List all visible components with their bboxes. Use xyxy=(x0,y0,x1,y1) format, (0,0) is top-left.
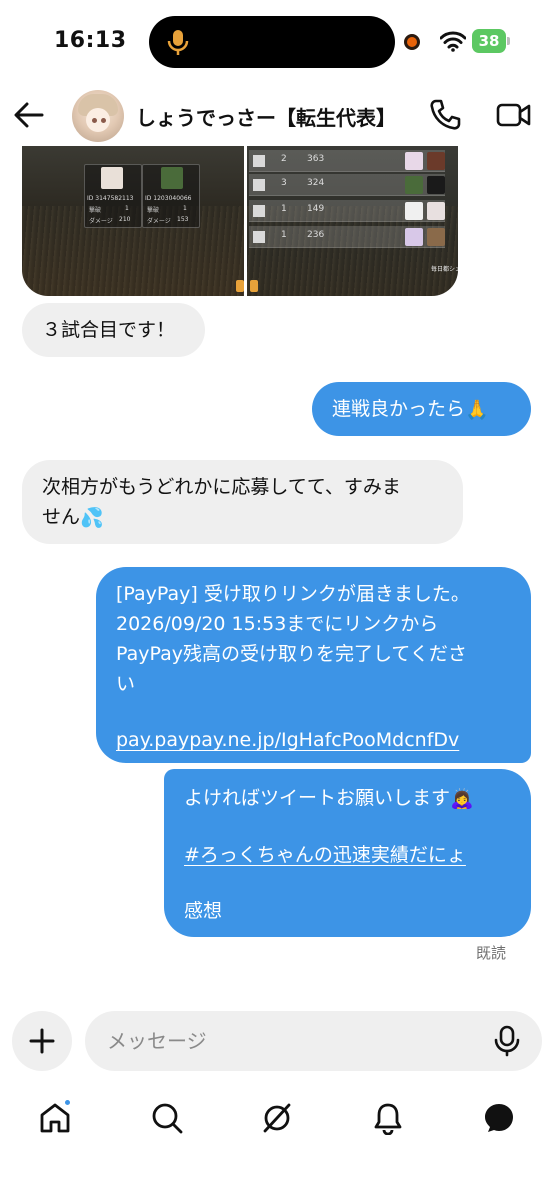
player-id-2: ID 1203040066 xyxy=(145,195,192,202)
nav-search[interactable] xyxy=(149,1100,185,1136)
player-damage-label-2: ダメージ xyxy=(147,218,171,225)
microphone-indicator-icon xyxy=(167,30,189,55)
add-attachment-button[interactable] xyxy=(12,1011,72,1071)
bowing-woman-emoji-icon: 🙇‍♀️ xyxy=(450,787,474,810)
explore-icon xyxy=(263,1103,291,1133)
rank-row-rank: 1 xyxy=(281,230,287,240)
read-receipt: 既読 xyxy=(476,944,507,962)
home-notification-dot xyxy=(63,1098,72,1107)
message-outgoing-paypay[interactable]: [PayPay] 受け取りリンクが届きました。 2026/09/20 15:53… xyxy=(96,567,531,763)
contact-avatar[interactable] xyxy=(72,90,124,142)
video-camera-icon xyxy=(496,103,531,127)
phone-icon xyxy=(430,99,461,130)
microphone-icon xyxy=(494,1025,520,1057)
voice-message-button[interactable] xyxy=(491,1025,523,1057)
player-damage-2: 153 xyxy=(177,216,189,223)
message-outgoing[interactable]: 連戦良かったら🙏 xyxy=(312,382,531,436)
messages-icon xyxy=(485,1104,513,1132)
hashtag-link[interactable]: #ろっくちゃんの迅速実績だにょ xyxy=(184,840,513,870)
message-text-line: PayPay残高の受け取りを完了してくださ xyxy=(116,643,467,665)
chat-header: しょうでっさー【転生代表】 xyxy=(0,84,554,146)
video-call-button[interactable] xyxy=(496,98,532,132)
player-kills-1: 1 xyxy=(125,205,129,212)
notifications-icon xyxy=(374,1103,402,1135)
message-incoming[interactable]: 次相方がもうどれかに応募してて、すみま せん💦 xyxy=(22,460,463,544)
back-button[interactable] xyxy=(12,98,46,132)
share-footer-text: 毎日都シェア xyxy=(431,266,458,273)
message-text-line: [PayPay] 受け取りリンクが届きました。 xyxy=(116,583,470,605)
player-card-1: ID 3147582113 撃破 1 ダメージ 210 xyxy=(84,164,142,228)
status-time: 16:13 xyxy=(54,28,127,53)
message-text-line: せん xyxy=(42,506,81,528)
rank-row-score: 324 xyxy=(307,178,325,188)
rank-row-rank: 2 xyxy=(281,154,287,164)
nav-home[interactable] xyxy=(37,1098,73,1136)
player-kills-2: 1 xyxy=(183,205,187,212)
praying-hands-emoji-icon: 🙏 xyxy=(465,398,489,421)
player-damage-1: 210 xyxy=(119,216,131,223)
message-outgoing[interactable]: よければツイートお願いします🙇‍♀️ #ろっくちゃんの迅速実績だにょ 感想 xyxy=(164,769,531,937)
player-damage-label-1: ダメージ xyxy=(89,218,113,225)
message-text: 感想 xyxy=(184,899,223,922)
rank-row: 1 236 xyxy=(249,226,445,248)
player-id-1: ID 3147582113 xyxy=(87,195,134,202)
rank-row-rank: 3 xyxy=(281,178,287,188)
sweat-droplets-emoji-icon: 💦 xyxy=(80,506,104,529)
rank-row-score: 236 xyxy=(307,230,325,240)
dynamic-island xyxy=(149,16,395,68)
player-kills-label-1: 撃破 xyxy=(89,207,102,214)
battery-icon: 38 xyxy=(472,29,512,53)
recording-indicator xyxy=(404,34,420,50)
player-kills-label-2: 撃破 xyxy=(147,207,160,214)
battery-level: 38 xyxy=(472,29,506,53)
paypay-link[interactable]: pay.paypay.ne.jp/IgHafcPooMdcnfDv xyxy=(116,725,513,755)
message-text: よければツイートお願いします xyxy=(184,787,451,809)
nav-messages[interactable] xyxy=(481,1100,517,1136)
status-bar: 16:13 38 xyxy=(0,0,554,84)
rank-row-rank: 1 xyxy=(281,204,287,214)
bottom-navigation xyxy=(0,1090,554,1150)
rank-row: 3 324 xyxy=(249,174,445,196)
nav-notifications[interactable] xyxy=(370,1100,406,1136)
message-text-line: 次相方がもうどれかに応募してて、すみま xyxy=(42,476,401,498)
rank-row: 1 149 xyxy=(249,200,445,222)
contact-name[interactable]: しょうでっさー【転生代表】 xyxy=(136,102,396,131)
message-text-line: い xyxy=(116,673,136,695)
search-icon xyxy=(152,1103,183,1134)
voice-call-button[interactable] xyxy=(428,98,462,132)
message-text-line: 2026/09/20 15:53までにリンクから xyxy=(116,613,439,635)
wifi-icon xyxy=(440,31,466,52)
nav-explore[interactable] xyxy=(259,1100,295,1136)
message-incoming[interactable]: ３試合目です！ xyxy=(22,303,205,357)
player-card-2: ID 1203040066 撃破 1 ダメージ 153 xyxy=(142,164,200,228)
rank-row-score: 149 xyxy=(307,204,325,214)
message-text: ３試合目です！ xyxy=(42,319,176,341)
rank-row: 2 363 xyxy=(249,150,445,172)
shared-image-left[interactable]: ID 3147582113 撃破 1 ダメージ 210 ID 120304006… xyxy=(22,146,244,296)
message-composer xyxy=(85,1011,542,1071)
message-input[interactable] xyxy=(107,1023,477,1059)
rank-row-score: 363 xyxy=(307,154,325,164)
back-arrow-icon xyxy=(14,102,44,128)
message-text: 連戦良かったら xyxy=(332,398,466,420)
plus-icon xyxy=(29,1028,55,1054)
shared-image-right[interactable]: 2 363 3 324 1 149 1 236 毎日都シェア xyxy=(247,146,458,296)
